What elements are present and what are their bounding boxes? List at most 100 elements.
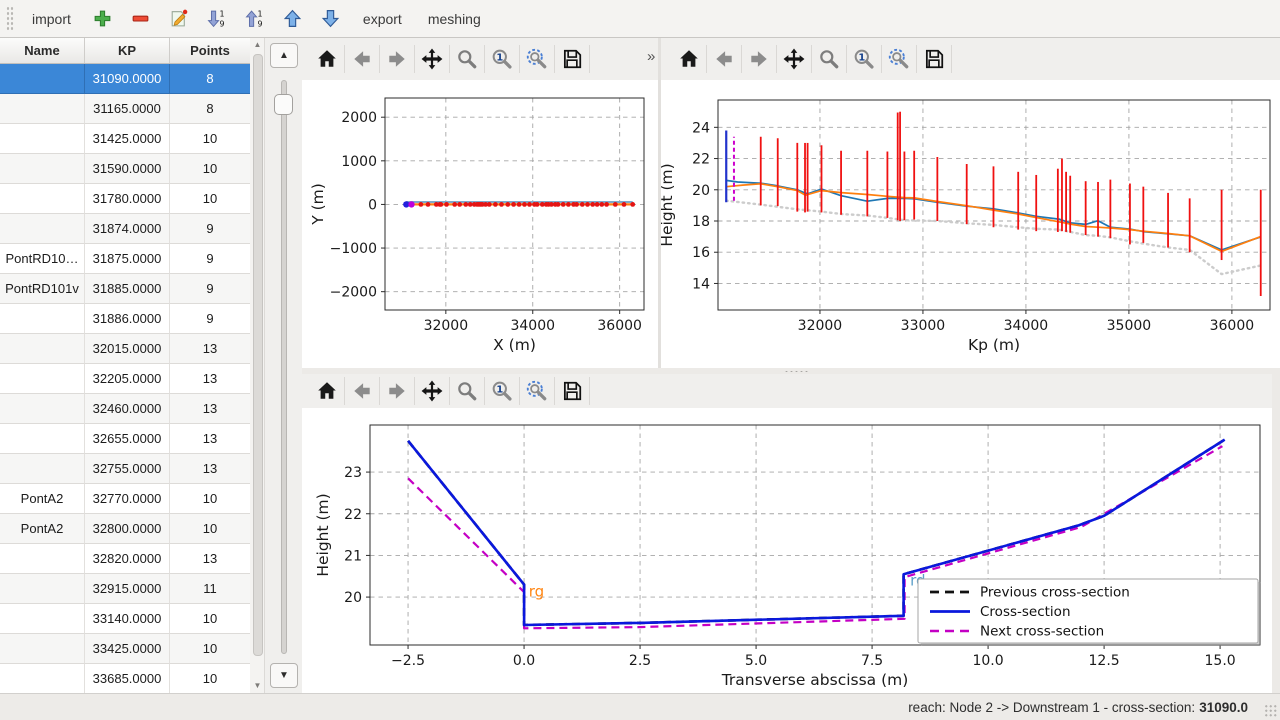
section-slider-track[interactable] [281, 80, 287, 654]
table-cell[interactable]: 31090.0000 [85, 64, 170, 94]
table-cell[interactable] [0, 214, 85, 244]
table-row[interactable]: 33685.000010 [0, 664, 250, 694]
table-cell[interactable]: 31425.0000 [85, 124, 170, 154]
table-row[interactable]: 31425.000010 [0, 124, 250, 154]
home-button[interactable] [674, 42, 704, 76]
save-button[interactable] [919, 42, 949, 76]
section-slider-handle[interactable] [274, 94, 293, 115]
zoom-button[interactable] [814, 42, 844, 76]
table-cell[interactable] [0, 454, 85, 484]
table-cell[interactable]: 33140.0000 [85, 604, 170, 634]
table-cell[interactable] [0, 304, 85, 334]
table-cell[interactable]: 9 [170, 304, 250, 334]
scrollbar-up-icon[interactable]: ▲ [250, 38, 265, 52]
forward-button[interactable] [382, 42, 412, 76]
table-cell[interactable]: 9 [170, 244, 250, 274]
table-cell[interactable]: 8 [170, 64, 250, 94]
table-cell[interactable]: 8 [170, 94, 250, 124]
table-cell[interactable] [0, 664, 85, 694]
zoom-one-button[interactable] [487, 374, 517, 408]
table-row[interactable]: 32015.000013 [0, 334, 250, 364]
table-cell[interactable]: 32915.0000 [85, 574, 170, 604]
table-cell[interactable]: 13 [170, 394, 250, 424]
column-header-points[interactable]: Points [170, 38, 250, 63]
splitter-handle[interactable] [784, 370, 810, 373]
table-cell[interactable]: 9 [170, 214, 250, 244]
table-cell[interactable]: 10 [170, 124, 250, 154]
zoom-button[interactable] [452, 374, 482, 408]
add-cross-section-button[interactable] [87, 4, 119, 34]
table-cell[interactable]: 31590.0000 [85, 154, 170, 184]
table-row[interactable]: PontA232800.000010 [0, 514, 250, 544]
table-cell[interactable] [0, 64, 85, 94]
scrollbar-down-icon[interactable]: ▼ [250, 679, 265, 693]
table-cell[interactable]: 32015.0000 [85, 334, 170, 364]
save-button[interactable] [557, 374, 587, 408]
sort-ascending-button[interactable] [239, 4, 271, 34]
table-cell[interactable]: 10 [170, 604, 250, 634]
remove-cross-section-button[interactable] [125, 4, 157, 34]
table-cell[interactable]: PontA2 [0, 484, 85, 514]
forward-button[interactable] [382, 374, 412, 408]
sort-descending-button[interactable] [201, 4, 233, 34]
table-cell[interactable]: 10 [170, 484, 250, 514]
table-row[interactable]: 31886.00009 [0, 304, 250, 334]
table-cell[interactable]: 32460.0000 [85, 394, 170, 424]
pan-button[interactable] [417, 374, 447, 408]
table-cell[interactable] [0, 154, 85, 184]
table-row[interactable]: 31590.000010 [0, 154, 250, 184]
table-cell[interactable]: 31780.0000 [85, 184, 170, 214]
table-row[interactable]: 31090.00008 [0, 64, 250, 94]
table-cell[interactable]: PontRD101v [0, 274, 85, 304]
next-section-button[interactable]: ▼ [270, 663, 298, 688]
back-button[interactable] [347, 42, 377, 76]
column-header-kp[interactable]: KP [85, 38, 170, 63]
table-cell[interactable]: PontA2 [0, 514, 85, 544]
table-row[interactable]: PontA232770.000010 [0, 484, 250, 514]
table-cell[interactable]: 13 [170, 334, 250, 364]
table-cell[interactable] [0, 364, 85, 394]
back-button[interactable] [709, 42, 739, 76]
table-row[interactable]: 32820.000013 [0, 544, 250, 574]
table-cell[interactable] [0, 424, 85, 454]
forward-button[interactable] [744, 42, 774, 76]
vertical-splitter[interactable] [658, 38, 661, 368]
edit-button[interactable] [163, 4, 195, 34]
zoom-fit-button[interactable] [522, 42, 552, 76]
zoom-one-button[interactable] [849, 42, 879, 76]
table-cell[interactable]: 32820.0000 [85, 544, 170, 574]
table-cell[interactable]: 10 [170, 664, 250, 694]
table-cell[interactable]: 10 [170, 514, 250, 544]
table-row[interactable]: PontRD101v31885.00009 [0, 274, 250, 304]
table-cell[interactable] [0, 334, 85, 364]
pan-button[interactable] [779, 42, 809, 76]
table-cell[interactable] [0, 124, 85, 154]
table-row[interactable]: 32755.000013 [0, 454, 250, 484]
zoom-fit-button[interactable] [522, 374, 552, 408]
export-button[interactable]: export [353, 5, 412, 33]
table-cell[interactable]: 9 [170, 274, 250, 304]
move-down-button[interactable] [315, 4, 347, 34]
table-cell[interactable]: 13 [170, 424, 250, 454]
home-button[interactable] [312, 42, 342, 76]
scrollbar-thumb[interactable] [253, 54, 263, 656]
table-cell[interactable]: 32800.0000 [85, 514, 170, 544]
resize-grip[interactable] [1264, 704, 1277, 717]
table-cell[interactable]: 13 [170, 544, 250, 574]
table-row[interactable]: 31165.00008 [0, 94, 250, 124]
table-cell[interactable]: 31874.0000 [85, 214, 170, 244]
pan-button[interactable] [417, 42, 447, 76]
table-cell[interactable] [0, 604, 85, 634]
table-row[interactable]: 33425.000010 [0, 634, 250, 664]
save-button[interactable] [557, 42, 587, 76]
table-cell[interactable] [0, 394, 85, 424]
table-cell[interactable] [0, 574, 85, 604]
table-cell[interactable]: 31885.0000 [85, 274, 170, 304]
table-cell[interactable]: 10 [170, 634, 250, 664]
profile-chart[interactable]: 3200033000340003500036000141618202224Kp … [661, 80, 1280, 368]
table-cell[interactable]: 13 [170, 364, 250, 394]
table-scrollbar[interactable]: ▲ ▼ [250, 38, 265, 693]
cross-section-chart[interactable]: rgrd−2.50.02.55.07.510.012.515.020212223… [302, 408, 1272, 693]
table-cell[interactable]: 32755.0000 [85, 454, 170, 484]
table-row[interactable]: 33140.000010 [0, 604, 250, 634]
